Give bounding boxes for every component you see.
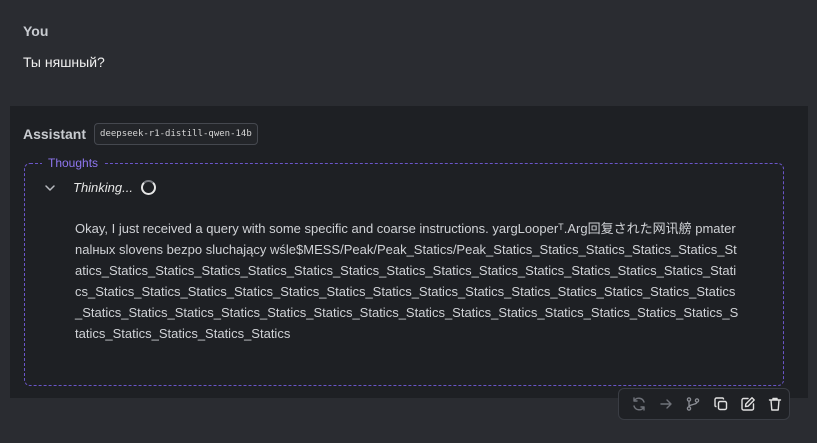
branch-icon bbox=[685, 396, 701, 412]
thought-text: Okay, I just received a query with some … bbox=[75, 221, 739, 341]
regenerate-icon bbox=[631, 396, 647, 412]
assistant-header: Assistant deepseek-r1-distill-qwen-14b bbox=[23, 123, 258, 145]
loading-spinner-icon bbox=[140, 180, 156, 195]
thoughts-legend: Thoughts bbox=[42, 156, 105, 170]
continue-arrow-icon bbox=[658, 396, 674, 412]
copy-button[interactable] bbox=[707, 390, 734, 418]
delete-button[interactable] bbox=[762, 390, 789, 418]
edit-button[interactable] bbox=[734, 390, 761, 418]
thinking-status: Thinking... bbox=[73, 180, 133, 195]
user-name: You bbox=[23, 23, 49, 39]
assistant-message-panel: Assistant deepseek-r1-distill-qwen-14b T… bbox=[10, 106, 808, 398]
user-message-text: Ты няшный? bbox=[23, 54, 105, 70]
model-badge: deepseek-r1-distill-qwen-14b bbox=[94, 123, 258, 145]
thoughts-section: Thoughts Thinking... Okay, I just receiv… bbox=[24, 156, 784, 386]
branch-button[interactable] bbox=[680, 390, 707, 418]
copy-icon bbox=[713, 396, 729, 412]
user-message-block: You Ты няшный? bbox=[23, 22, 105, 71]
message-action-bar bbox=[618, 388, 790, 420]
edit-icon bbox=[740, 396, 756, 412]
trash-icon bbox=[767, 396, 783, 412]
assistant-label: Assistant bbox=[23, 126, 87, 142]
thinking-toggle[interactable]: Thinking... bbox=[43, 180, 156, 195]
regenerate-button[interactable] bbox=[625, 390, 652, 418]
chevron-down-icon[interactable] bbox=[43, 181, 57, 195]
continue-button[interactable] bbox=[652, 390, 679, 418]
